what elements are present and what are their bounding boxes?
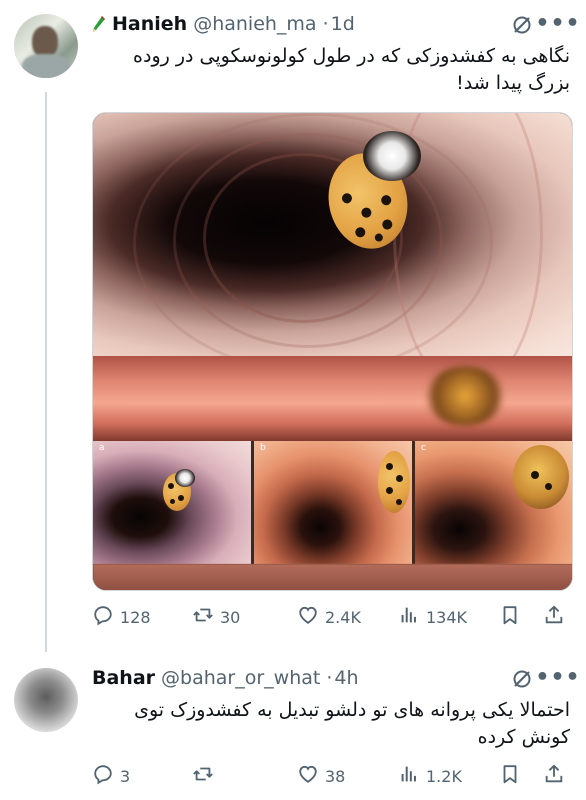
user-handle[interactable]: @hanieh_ma — [193, 13, 316, 35]
retweet-button[interactable] — [192, 761, 220, 791]
reply-actions: 3 38 1.2K — [92, 761, 572, 791]
tweet-main[interactable]: Hanieh @hanieh_ma · 1d ••• نگاهی به کفشد… — [0, 0, 586, 655]
tweet-media-image[interactable]: a b c — [92, 112, 573, 591]
reply-count: 128 — [120, 607, 151, 627]
bookmark-icon — [499, 763, 521, 789]
tweet-actions: 128 30 2.4K 134K — [92, 602, 572, 632]
avatar[interactable] — [14, 14, 78, 78]
share-icon — [543, 604, 565, 630]
views-button[interactable]: 134K — [398, 602, 467, 632]
like-button[interactable]: 2.4K — [297, 602, 361, 632]
retweet-icon — [192, 763, 214, 789]
endoscopy-frame-b: b — [254, 441, 412, 564]
like-count: 38 — [325, 766, 346, 786]
display-name[interactable]: Hanieh — [112, 13, 187, 35]
endoscopy-main-image — [93, 113, 572, 356]
frame-label: c — [421, 443, 426, 453]
separator-dot: · — [326, 667, 333, 689]
bookmark-button[interactable] — [499, 602, 521, 632]
share-icon — [543, 763, 565, 789]
tweet-header: Bahar @bahar_or_what · 4h — [92, 664, 359, 692]
reply-count: 3 — [120, 766, 131, 786]
user-handle[interactable]: @bahar_or_what — [161, 667, 320, 689]
grok-icon[interactable] — [510, 13, 534, 37]
retweet-icon — [192, 604, 214, 630]
endoscopy-frame-c: c — [415, 441, 572, 564]
views-icon — [398, 604, 420, 630]
endoscopy-frame-a: a — [93, 441, 251, 564]
views-count: 134K — [426, 607, 468, 627]
retweet-button[interactable]: 30 — [192, 602, 240, 632]
more-icon[interactable]: ••• — [535, 11, 579, 36]
tweet-header: Hanieh @hanieh_ma · 1d — [92, 10, 355, 38]
more-icon[interactable]: ••• — [535, 665, 579, 690]
endoscopy-zoom-strip — [93, 356, 572, 441]
reply-icon — [92, 763, 114, 789]
separator-dot: · — [322, 13, 329, 35]
like-count: 2.4K — [325, 607, 361, 627]
reply-icon — [92, 604, 114, 630]
reply-button[interactable]: 3 — [92, 761, 130, 791]
heart-icon — [297, 604, 319, 630]
endoscopy-bottom-strip — [93, 564, 572, 590]
tweet-reply[interactable]: Bahar @bahar_or_what · 4h ••• احتمالا یک… — [0, 655, 586, 800]
heart-icon — [297, 763, 319, 789]
frame-label: b — [260, 443, 266, 453]
tweet-text: نگاهی به کفشدوزکی که در طول کولونوسکوپی … — [133, 45, 570, 94]
avatar[interactable] — [14, 668, 78, 732]
timestamp[interactable]: 1d — [331, 13, 355, 35]
views-icon — [398, 763, 420, 789]
like-button[interactable]: 38 — [297, 761, 345, 791]
share-button[interactable] — [543, 602, 565, 632]
views-button[interactable]: 1.2K — [398, 761, 462, 791]
display-name[interactable]: Bahar — [92, 667, 155, 689]
reply-text: احتمالا یکی پروانه های تو دلشو تبدیل به … — [134, 699, 570, 748]
frame-label: a — [99, 443, 105, 453]
bookmark-button[interactable] — [499, 761, 521, 791]
views-count: 1.2K — [426, 766, 462, 786]
bookmark-icon — [499, 604, 521, 630]
grok-icon[interactable] — [510, 667, 534, 691]
share-button[interactable] — [543, 761, 565, 791]
timestamp[interactable]: 4h — [334, 667, 358, 689]
pencil-icon — [92, 15, 106, 33]
retweet-count: 30 — [220, 607, 241, 627]
reply-button[interactable]: 128 — [92, 602, 151, 632]
